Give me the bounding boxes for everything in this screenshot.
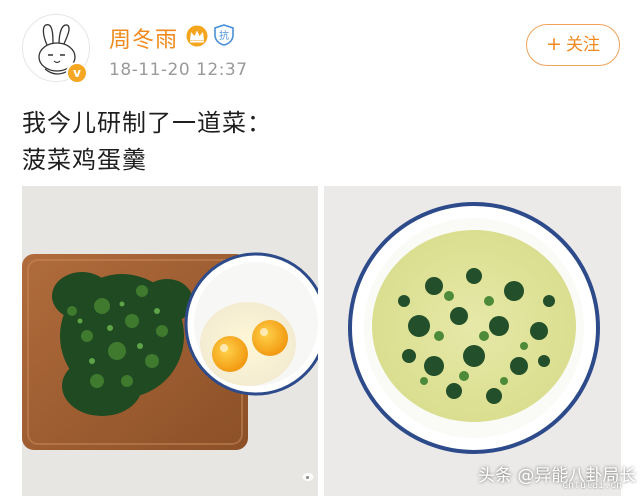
post-text-line-2: 菠菜鸡蛋羹 (22, 146, 147, 174)
steamed-egg-custard-photo[interactable] (324, 186, 621, 496)
weibo-watermark-icon (302, 473, 314, 481)
post-timestamp: 18-11-20 12:37 (109, 60, 248, 80)
spinach-and-eggs-photo[interactable] (22, 186, 318, 496)
watermark-site: cnfulai.cn (562, 480, 623, 491)
weibo-post: v 周冬雨 抗 18-11-20 12:37 + 关注 我今儿研制了一道菜： 菠菜… (0, 0, 640, 496)
verified-badge-icon: v (66, 62, 88, 84)
anti-badge-label: 抗 (219, 29, 229, 42)
crown-icon[interactable] (185, 25, 209, 47)
author-name[interactable]: 周冬雨 (109, 22, 178, 54)
anti-rumor-badge-icon[interactable]: 抗 (213, 24, 235, 46)
follow-button-label: 关注 (565, 35, 600, 55)
plus-icon: + (546, 33, 562, 55)
post-text-line-1: 我今儿研制了一道菜： (22, 109, 272, 137)
follow-button[interactable]: + 关注 (526, 24, 620, 66)
